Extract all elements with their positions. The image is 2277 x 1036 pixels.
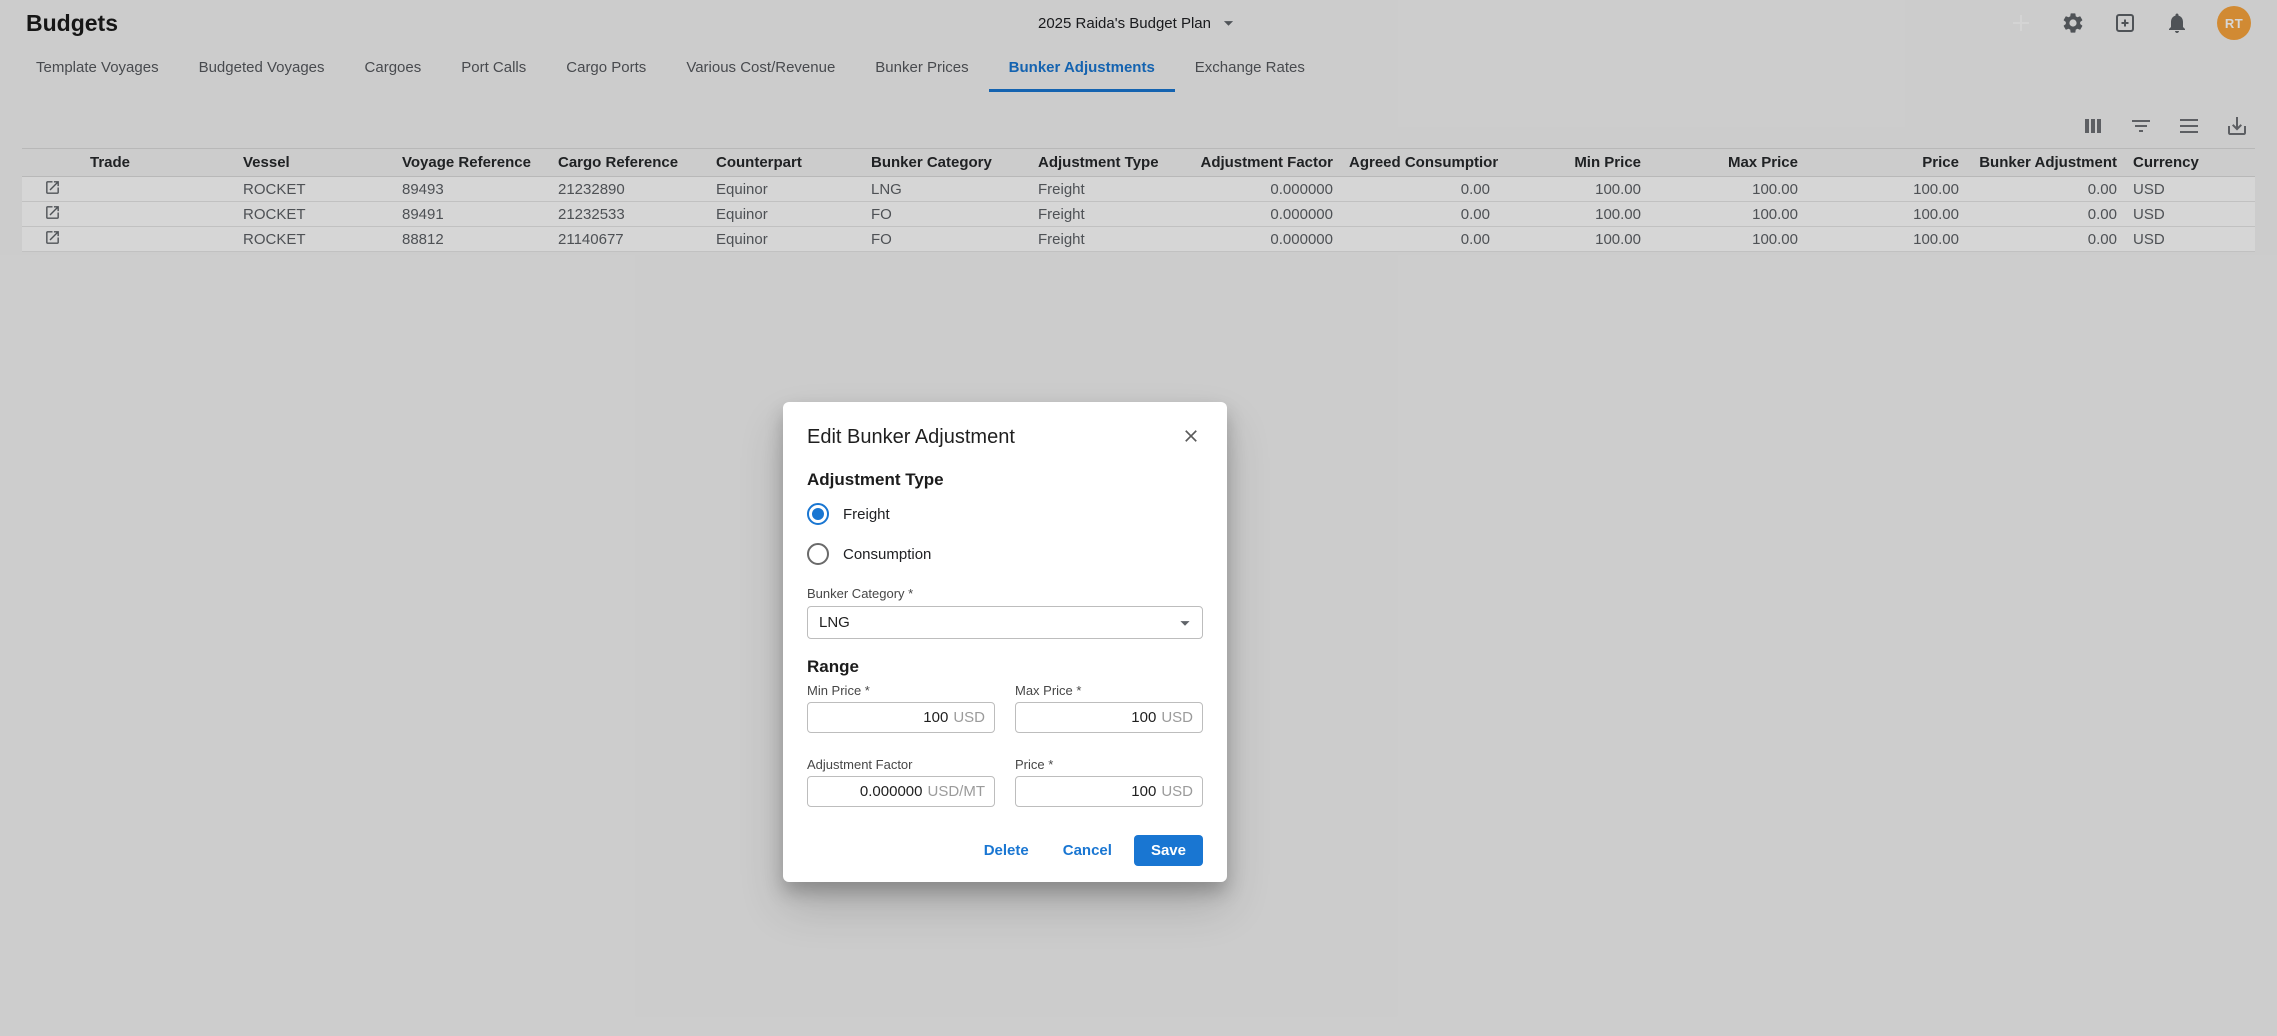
bunker-category-label: Bunker Category * xyxy=(807,586,1203,601)
range-heading: Range xyxy=(807,657,1203,677)
max-price-unit: USD xyxy=(1161,709,1193,726)
bunker-category-value: LNG xyxy=(819,614,850,631)
radio-consumption[interactable] xyxy=(807,543,829,565)
adjustment-factor-input[interactable]: 0.000000 USD/MT xyxy=(807,776,995,807)
min-price-value: 100 xyxy=(923,709,948,726)
adjustment-factor-label: Adjustment Factor xyxy=(807,757,995,772)
min-price-field: Min Price * 100 USD xyxy=(807,683,995,733)
bunker-category-select[interactable]: LNG xyxy=(807,606,1203,639)
price-label: Price * xyxy=(1015,757,1203,772)
radio-freight[interactable] xyxy=(807,503,829,525)
edit-bunker-adjustment-dialog: Edit Bunker Adjustment Adjustment Type F… xyxy=(783,402,1227,882)
dialog-actions: Delete Cancel Save xyxy=(807,835,1203,868)
max-price-input[interactable]: 100 USD xyxy=(1015,702,1203,733)
price-unit: USD xyxy=(1161,783,1193,800)
cancel-button[interactable]: Cancel xyxy=(1051,835,1124,866)
close-button[interactable] xyxy=(1179,424,1203,448)
radio-option-consumption[interactable]: Consumption xyxy=(807,534,1203,574)
delete-button[interactable]: Delete xyxy=(972,835,1041,866)
close-icon xyxy=(1181,426,1201,446)
adjustment-factor-unit: USD/MT xyxy=(928,783,986,800)
max-price-field: Max Price * 100 USD xyxy=(1015,683,1203,733)
radio-freight-label: Freight xyxy=(843,506,890,523)
adjustment-type-heading: Adjustment Type xyxy=(807,470,1203,490)
min-price-input[interactable]: 100 USD xyxy=(807,702,995,733)
max-price-label: Max Price * xyxy=(1015,683,1203,698)
save-button[interactable]: Save xyxy=(1134,835,1203,866)
adjustment-factor-field: Adjustment Factor 0.000000 USD/MT xyxy=(807,757,995,807)
max-price-value: 100 xyxy=(1131,709,1156,726)
adjustment-factor-value: 0.000000 xyxy=(860,783,923,800)
price-field: Price * 100 USD xyxy=(1015,757,1203,807)
radio-option-freight[interactable]: Freight xyxy=(807,494,1203,534)
budgets-page: Budgets 2025 Raida's Budget Plan RT Temp… xyxy=(0,0,2277,1036)
dialog-title: Edit Bunker Adjustment xyxy=(807,424,1015,450)
radio-consumption-label: Consumption xyxy=(843,546,931,563)
min-price-unit: USD xyxy=(953,709,985,726)
price-value: 100 xyxy=(1131,783,1156,800)
price-input[interactable]: 100 USD xyxy=(1015,776,1203,807)
chevron-down-icon xyxy=(1174,612,1196,634)
min-price-label: Min Price * xyxy=(807,683,995,698)
